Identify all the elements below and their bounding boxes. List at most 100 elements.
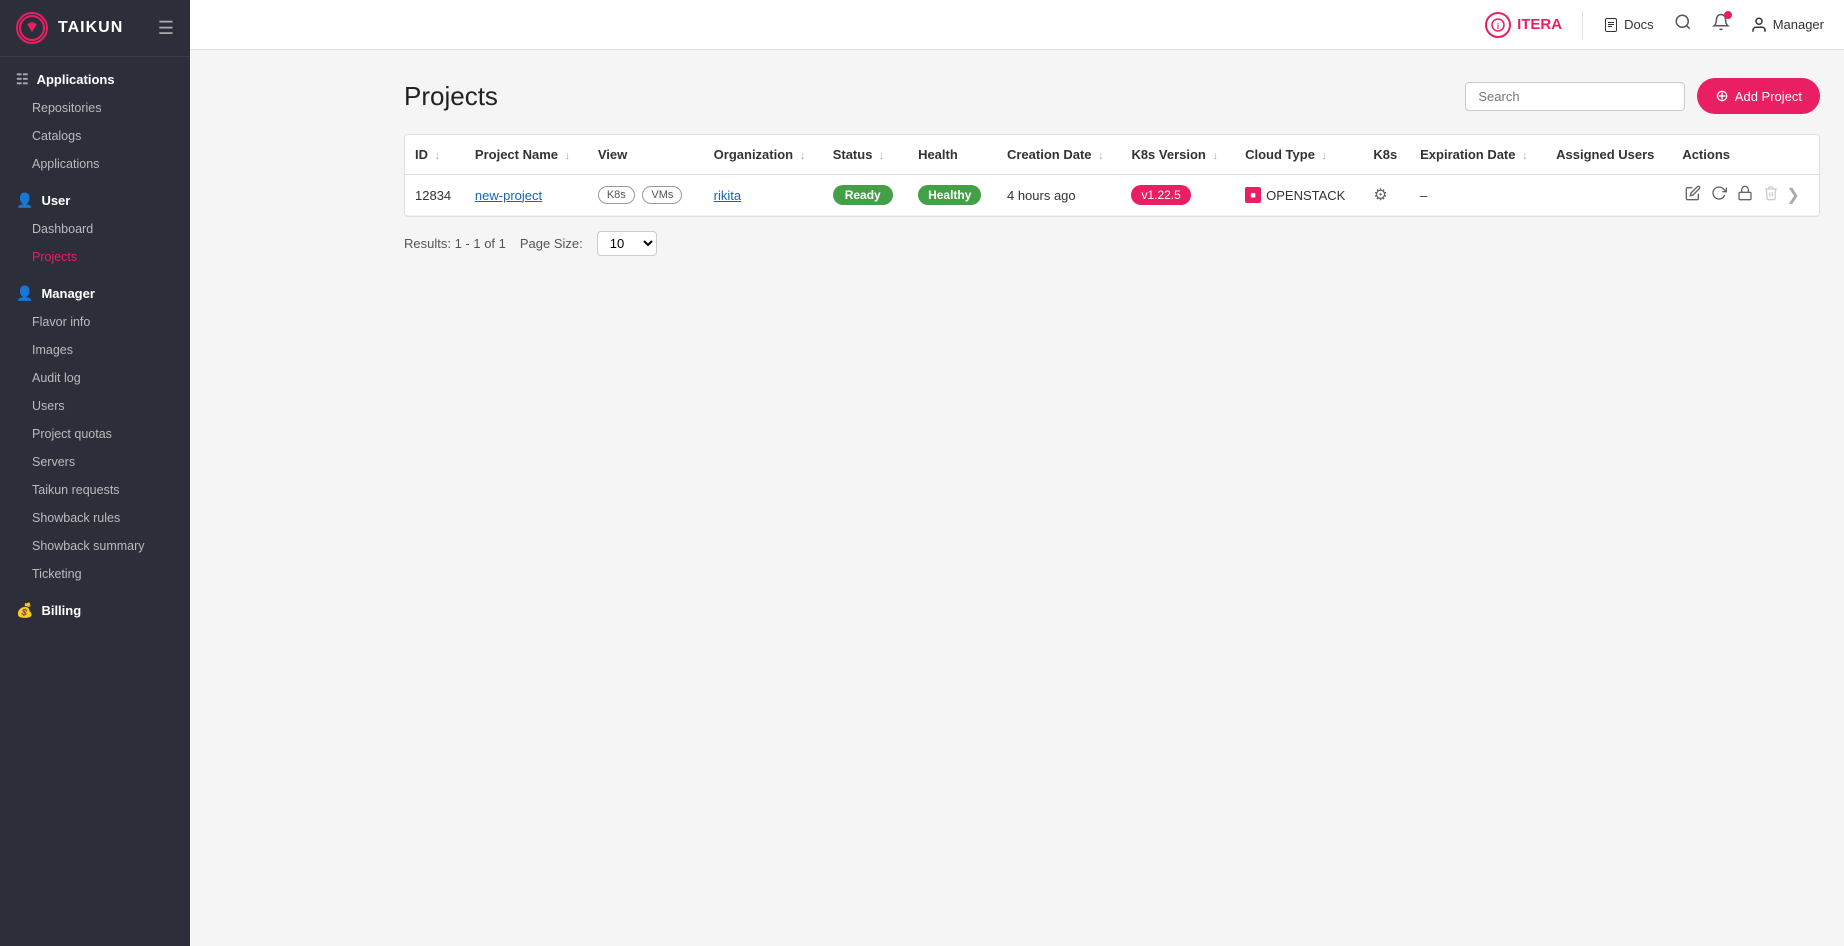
sidebar: TAIKUN ☰ ☷ Applications Repositories Cat… bbox=[0, 0, 190, 946]
edit-icon[interactable] bbox=[1685, 185, 1701, 205]
col-health: Health bbox=[908, 135, 997, 175]
refresh-icon[interactable] bbox=[1711, 185, 1727, 205]
cell-k8s-version: v1.22.5 bbox=[1121, 175, 1235, 216]
col-actions: Actions bbox=[1672, 135, 1819, 175]
sidebar-item-servers[interactable]: Servers bbox=[0, 448, 190, 476]
itera-label: ITERA bbox=[1517, 16, 1562, 33]
topbar-divider-1 bbox=[1582, 11, 1583, 39]
svg-text:i: i bbox=[1497, 22, 1499, 31]
col-organization: Organization ↓ bbox=[704, 135, 823, 175]
page-title: Projects bbox=[404, 81, 498, 112]
view-k8s-badge[interactable]: K8s bbox=[598, 186, 635, 204]
cell-cloud-type: ■ OPENSTACK bbox=[1235, 175, 1363, 216]
pagination: Results: 1 - 1 of 1 Page Size: 10 25 50 … bbox=[404, 231, 1820, 256]
sidebar-item-applications[interactable]: Applications bbox=[0, 150, 190, 178]
cell-status: Ready bbox=[823, 175, 908, 216]
sidebar-section-manager[interactable]: 👤 Manager bbox=[0, 271, 190, 308]
sort-name-icon[interactable]: ↓ bbox=[565, 150, 571, 162]
sort-status-icon[interactable]: ↓ bbox=[879, 150, 885, 162]
col-creation-date: Creation Date ↓ bbox=[997, 135, 1121, 175]
cell-view: K8s VMs bbox=[588, 175, 704, 216]
page-size-label: Page Size: bbox=[520, 236, 583, 251]
sidebar-item-projects[interactable]: Projects bbox=[0, 243, 190, 271]
cell-expiration-date: – bbox=[1410, 175, 1546, 216]
grid-icon: ☷ bbox=[16, 71, 29, 88]
sort-k8s-version-icon[interactable]: ↓ bbox=[1213, 150, 1219, 162]
col-id: ID ↓ bbox=[405, 135, 465, 175]
search-input[interactable] bbox=[1465, 82, 1685, 111]
expand-row-icon[interactable]: ❯ bbox=[1786, 185, 1799, 205]
cloud-type-label: OPENSTACK bbox=[1266, 188, 1345, 203]
hamburger-icon[interactable]: ☰ bbox=[158, 18, 174, 39]
sidebar-item-dashboard[interactable]: Dashboard bbox=[0, 215, 190, 243]
sort-date-icon[interactable]: ↓ bbox=[1098, 150, 1104, 162]
cell-organization: rikita bbox=[704, 175, 823, 216]
org-link[interactable]: rikita bbox=[714, 188, 741, 203]
table-header-row: ID ↓ Project Name ↓ View Organization ↓ bbox=[405, 135, 1819, 175]
results-label: Results: 1 - 1 of 1 bbox=[404, 236, 506, 251]
lock-icon[interactable] bbox=[1737, 185, 1753, 205]
sidebar-item-images[interactable]: Images bbox=[0, 336, 190, 364]
sidebar-item-users[interactable]: Users bbox=[0, 392, 190, 420]
user-menu[interactable]: Manager bbox=[1750, 16, 1824, 34]
sidebar-item-taikun-requests[interactable]: Taikun requests bbox=[0, 476, 190, 504]
itera-circle-icon: i bbox=[1485, 12, 1511, 38]
logo-text: TAIKUN bbox=[58, 19, 123, 37]
page-size-select[interactable]: 10 25 50 100 bbox=[597, 231, 657, 256]
page-header: Projects ⊕ Add Project bbox=[404, 78, 1820, 114]
notification-icon[interactable] bbox=[1712, 13, 1730, 36]
sidebar-section-applications[interactable]: ☷ Applications bbox=[0, 57, 190, 94]
delete-icon[interactable] bbox=[1763, 185, 1779, 205]
sidebar-item-repositories[interactable]: Repositories bbox=[0, 94, 190, 122]
user-icon: 👤 bbox=[16, 192, 33, 209]
health-badge: Healthy bbox=[918, 185, 981, 205]
table-row: 12834 new-project K8s VMs rikita Ready bbox=[405, 175, 1819, 216]
cell-project-name: new-project bbox=[465, 175, 588, 216]
sidebar-section-billing[interactable]: 💰 Billing bbox=[0, 588, 190, 625]
sidebar-item-project-quotas[interactable]: Project quotas bbox=[0, 420, 190, 448]
sort-exp-icon[interactable]: ↓ bbox=[1522, 150, 1528, 162]
col-assigned-users: Assigned Users bbox=[1546, 135, 1672, 175]
project-name-link[interactable]: new-project bbox=[475, 188, 542, 203]
openstack-icon: ■ bbox=[1245, 187, 1261, 203]
manager-icon: 👤 bbox=[16, 285, 33, 302]
k8s-settings-icon[interactable]: ⚙ bbox=[1373, 187, 1387, 204]
logo-area: TAIKUN ☰ bbox=[0, 0, 190, 57]
notification-dot bbox=[1724, 11, 1732, 19]
col-expiration-date: Expiration Date ↓ bbox=[1410, 135, 1546, 175]
projects-table-container: ID ↓ Project Name ↓ View Organization ↓ bbox=[404, 134, 1820, 217]
sidebar-item-showback-rules[interactable]: Showback rules bbox=[0, 504, 190, 532]
col-status: Status ↓ bbox=[823, 135, 908, 175]
sidebar-item-ticketing[interactable]: Ticketing bbox=[0, 560, 190, 588]
cell-assigned-users bbox=[1546, 175, 1672, 216]
k8s-version-badge: v1.22.5 bbox=[1131, 185, 1190, 205]
cell-actions: ❯ bbox=[1672, 175, 1819, 216]
header-actions: ⊕ Add Project bbox=[1465, 78, 1820, 114]
col-cloud-type: Cloud Type ↓ bbox=[1235, 135, 1363, 175]
col-project-name: Project Name ↓ bbox=[465, 135, 588, 175]
sidebar-section-user[interactable]: 👤 User bbox=[0, 178, 190, 215]
sidebar-item-showback-summary[interactable]: Showback summary bbox=[0, 532, 190, 560]
cell-id: 12834 bbox=[405, 175, 465, 216]
taikun-logo-icon bbox=[16, 12, 48, 44]
add-icon: ⊕ bbox=[1715, 86, 1728, 106]
status-badge: Ready bbox=[833, 185, 893, 205]
col-k8s: K8s bbox=[1363, 135, 1410, 175]
search-icon[interactable] bbox=[1674, 13, 1692, 36]
cell-k8s: ⚙ bbox=[1363, 175, 1410, 216]
sort-cloud-icon[interactable]: ↓ bbox=[1322, 150, 1328, 162]
add-project-button[interactable]: ⊕ Add Project bbox=[1697, 78, 1820, 114]
sidebar-item-flavor-info[interactable]: Flavor info bbox=[0, 308, 190, 336]
view-vms-badge[interactable]: VMs bbox=[642, 186, 682, 204]
cell-creation-date: 4 hours ago bbox=[997, 175, 1121, 216]
topbar: i ITERA Docs Manager bbox=[190, 0, 1844, 50]
sidebar-item-catalogs[interactable]: Catalogs bbox=[0, 122, 190, 150]
docs-link[interactable]: Docs bbox=[1603, 17, 1654, 33]
cell-health: Healthy bbox=[908, 175, 997, 216]
sort-id-icon[interactable]: ↓ bbox=[435, 150, 441, 162]
col-view: View bbox=[588, 135, 704, 175]
itera-logo: i ITERA bbox=[1485, 12, 1562, 38]
sort-org-icon[interactable]: ↓ bbox=[800, 150, 806, 162]
projects-table: ID ↓ Project Name ↓ View Organization ↓ bbox=[405, 135, 1819, 216]
sidebar-item-audit-log[interactable]: Audit log bbox=[0, 364, 190, 392]
